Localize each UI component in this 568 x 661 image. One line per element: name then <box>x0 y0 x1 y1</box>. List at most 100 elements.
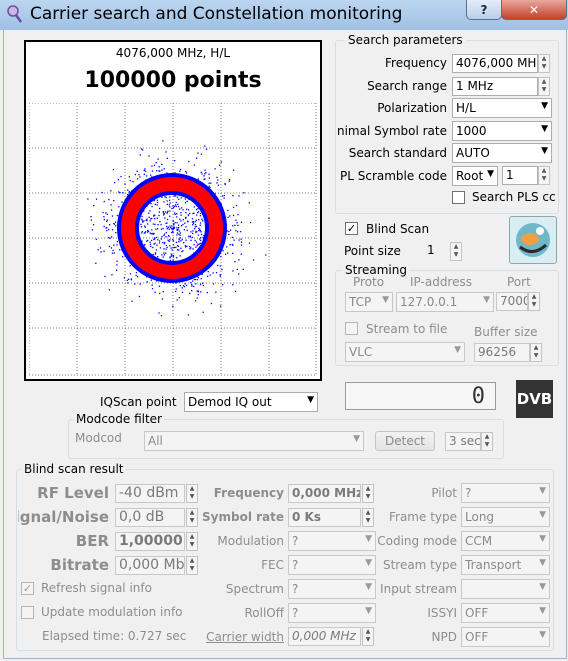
constellation-point <box>169 202 171 204</box>
stream-type-select[interactable]: Transport ▼ <box>461 555 550 575</box>
pl-mode-select[interactable]: Root ▼ <box>452 166 498 186</box>
modulation-value: ? <box>292 534 299 548</box>
constellation-point <box>156 204 158 206</box>
constellation-point <box>164 241 166 244</box>
constellation-point <box>151 205 153 208</box>
constellation-point <box>174 160 176 162</box>
signal-noise-spinner[interactable]: ▲ ▼ <box>186 508 198 527</box>
constellation-point <box>176 299 178 301</box>
constellation-point <box>119 249 121 251</box>
constellation-point <box>242 268 244 270</box>
constellation-point <box>172 227 174 229</box>
constellation-point <box>196 245 198 247</box>
constellation-point <box>167 210 169 212</box>
issyi-select[interactable]: OFF ▼ <box>461 603 550 623</box>
satellite-dish-icon[interactable] <box>509 216 557 264</box>
constellation-point <box>229 229 232 231</box>
polarization-select[interactable]: H/L ▼ <box>452 98 552 118</box>
pilot-select[interactable]: ? ▼ <box>461 483 550 503</box>
constellation-point <box>232 206 235 209</box>
search-range-input[interactable]: 1 MHz <box>452 77 538 96</box>
pl-code-spinner[interactable]: ▲ ▼ <box>538 166 550 185</box>
buffer-size-spinner[interactable]: ▲ ▼ <box>530 343 542 362</box>
symbol-rate-select[interactable]: 1000 ▼ <box>452 121 552 141</box>
constellation-point <box>139 176 141 178</box>
modulation-select[interactable]: ? ▼ <box>288 531 376 551</box>
constellation-point <box>232 252 234 254</box>
constellation-point <box>220 256 222 258</box>
ber-spinner[interactable]: ▲ ▼ <box>186 532 198 551</box>
help-button[interactable]: ? <box>466 0 502 20</box>
ip-address-select[interactable]: 127.0.0.1 ▼ <box>396 292 494 312</box>
frequency-spinner[interactable]: ▲ ▼ <box>538 54 550 73</box>
ber-label: BER <box>75 532 109 550</box>
chevron-down-icon: ▼ <box>382 295 389 305</box>
spectrum-select[interactable]: ? ▼ <box>288 579 376 599</box>
point-size-input[interactable]: 1 <box>424 242 450 261</box>
refresh-signal-checkbox[interactable]: ✓ <box>21 582 34 595</box>
update-modulation-checkbox[interactable] <box>21 606 34 619</box>
constellation-point <box>194 228 196 230</box>
detect-button[interactable]: Detect <box>375 431 435 451</box>
frame-type-select[interactable]: Long ▼ <box>461 507 550 527</box>
constellation-point <box>232 214 235 217</box>
player-select[interactable]: VLC ▼ <box>345 342 465 362</box>
result-frequency-spinner[interactable]: ▲ ▼ <box>362 484 374 503</box>
rf-level-spinner[interactable]: ▲ ▼ <box>186 484 198 503</box>
close-button[interactable]: ✕ <box>501 0 567 20</box>
iqscan-select[interactable]: Demod IQ out ▼ <box>184 392 318 412</box>
constellation-point <box>171 227 173 230</box>
constellation-point <box>116 264 118 266</box>
constellation-point <box>215 272 218 274</box>
constellation-point <box>129 179 131 182</box>
blind-scan-checkbox[interactable]: ✓ <box>345 222 358 235</box>
search-range-spinner[interactable]: ▲ ▼ <box>538 77 550 96</box>
point-size-label: Point size <box>344 244 401 258</box>
modcode-seconds-spinner[interactable]: ▲ ▼ <box>481 432 493 451</box>
port-input[interactable]: 7000 <box>496 292 528 311</box>
constellation-point <box>158 214 160 217</box>
npd-select[interactable]: OFF ▼ <box>461 627 550 647</box>
constellation-point <box>202 311 204 313</box>
input-stream-select[interactable]: ▼ <box>461 579 550 599</box>
constellation-point <box>192 224 194 226</box>
constellation-point <box>169 257 171 259</box>
frequency-input[interactable]: 4076,000 MHz <box>452 54 538 73</box>
chevron-down-icon: ▼ <box>539 510 546 520</box>
npd-value: OFF <box>465 630 489 644</box>
result-symbol-rate-spinner[interactable]: ▲ ▼ <box>362 508 374 527</box>
bitrate-spinner[interactable]: ▲ ▼ <box>186 556 198 575</box>
constellation-point <box>115 225 117 227</box>
pl-code-input[interactable]: 1 <box>502 166 538 185</box>
rolloff-select[interactable]: ? ▼ <box>288 603 376 623</box>
coding-mode-select[interactable]: CCM ▼ <box>461 531 550 551</box>
constellation-point <box>176 222 178 224</box>
fec-select[interactable]: ? ▼ <box>288 555 376 575</box>
constellation-point <box>162 212 165 214</box>
constellation-point <box>143 169 145 172</box>
port-spinner[interactable]: ▲ ▼ <box>528 292 540 311</box>
carrier-width-spinner[interactable]: ▲ ▼ <box>362 627 374 646</box>
constellation-point <box>219 274 221 276</box>
carrier-width-label[interactable]: Carrier width <box>200 630 284 644</box>
constellation-point <box>191 236 194 239</box>
constellation-point <box>178 241 180 243</box>
ip-address-header: IP-address <box>410 275 472 289</box>
constellation-point <box>228 180 230 182</box>
constellation-point <box>232 270 234 272</box>
constellation-point <box>176 257 178 259</box>
search-pls-checkbox[interactable] <box>452 191 465 204</box>
constellation-point <box>195 231 197 234</box>
modcode-select[interactable]: All ▼ <box>144 431 364 451</box>
chevron-down-icon: ▼ <box>539 486 546 496</box>
search-standard-select[interactable]: AUTO ▼ <box>452 143 552 163</box>
buffer-size-input[interactable]: 96256 <box>474 343 530 362</box>
spectrum-label: Spectrum <box>225 582 284 596</box>
constellation-point <box>188 209 190 211</box>
proto-select[interactable]: TCP ▼ <box>345 292 393 312</box>
constellation-point <box>160 223 162 226</box>
stream-to-file-checkbox[interactable] <box>345 322 358 335</box>
point-size-spinner[interactable]: ▲ ▼ <box>450 242 462 261</box>
modcode-seconds-input[interactable]: 3 sec <box>445 432 481 451</box>
constellation-point <box>103 225 105 228</box>
